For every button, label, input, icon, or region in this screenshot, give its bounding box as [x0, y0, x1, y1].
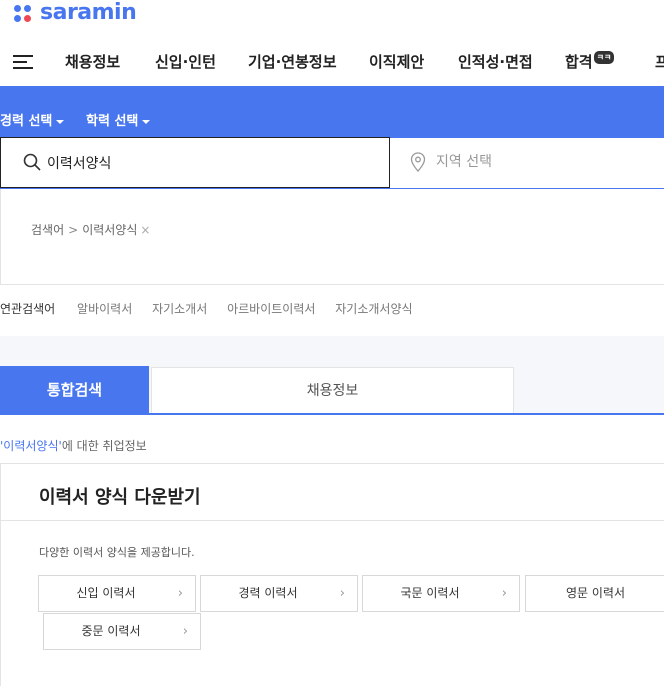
- logo-bar: saramin: [0, 0, 664, 36]
- education-filter-label: 학력 선택: [86, 114, 139, 129]
- search-info-suffix: 에 대한 취업정보: [61, 439, 147, 453]
- chevron-right-icon: ›: [177, 586, 183, 601]
- search-info-line: '이력서양식'에 대한 취업정보: [0, 437, 147, 454]
- button-label: 신입 이력서: [76, 586, 136, 600]
- tab-recruit-info[interactable]: 채용정보: [151, 367, 514, 414]
- card-divider: [1, 520, 664, 521]
- nav-job-offer[interactable]: 이직제안: [369, 51, 424, 72]
- related-keyword[interactable]: 자기소개서양식: [335, 302, 412, 316]
- region-selector[interactable]: 지역 선택: [390, 138, 664, 188]
- search-box: [0, 137, 390, 188]
- resume-download-card: 이력서 양식 다운받기 다양한 이력서 양식을 제공합니다. 신입 이력서 › 경…: [0, 463, 664, 686]
- nav-aptitude-interview[interactable]: 인적성·면접: [458, 51, 533, 72]
- chevron-right-icon: ›: [339, 586, 345, 601]
- card-title: 이력서 양식 다운받기: [39, 487, 201, 508]
- nav-recruit-info[interactable]: 채용정보: [65, 51, 120, 72]
- laugh-badge: ㅋㅋ: [593, 51, 615, 64]
- related-keyword[interactable]: 알바이력서: [77, 302, 132, 316]
- button-label: 국문 이력서: [400, 586, 460, 600]
- resume-chinese-button[interactable]: 중문 이력서 ›: [43, 613, 201, 650]
- career-filter[interactable]: 경력 선택: [0, 110, 65, 129]
- saramin-logo[interactable]: saramin: [40, 0, 137, 25]
- remove-keyword-icon[interactable]: ×: [140, 223, 150, 237]
- caret-down-icon: [56, 119, 65, 124]
- resume-entry-button[interactable]: 신입 이력서 ›: [38, 575, 196, 612]
- keyword-term: 이력서양식: [82, 223, 138, 237]
- breadcrumb-separator: >: [68, 223, 79, 237]
- resume-career-button[interactable]: 경력 이력서 ›: [200, 575, 358, 612]
- saramin-logo-icon[interactable]: [14, 5, 34, 25]
- card-description: 다양한 이력서 양식을 제공합니다.: [39, 546, 195, 559]
- related-keywords: 연관검색어 알바이력서 자기소개서 아르바이트이력서 자기소개서양식: [0, 300, 429, 317]
- global-nav: 채용정보 신입·인턴 기업·연봉정보 이직제안 인적성·면접 합격 ㅋㅋ 프: [0, 36, 664, 86]
- search-input[interactable]: [47, 149, 377, 177]
- region-placeholder: 지역 선택: [436, 154, 492, 170]
- chevron-right-icon: ›: [501, 586, 507, 601]
- nav-more[interactable]: 프: [655, 51, 664, 72]
- button-label: 중문 이력서: [81, 624, 141, 638]
- career-filter-label: 경력 선택: [0, 114, 53, 129]
- resume-korean-button[interactable]: 국문 이력서 ›: [362, 575, 520, 612]
- nav-entry-intern[interactable]: 신입·인턴: [155, 51, 216, 72]
- keyword-area: 검색어 > 이력서양식 ×: [0, 189, 664, 285]
- nav-pass[interactable]: 합격 ㅋㅋ: [565, 51, 615, 72]
- caret-down-icon: [142, 119, 151, 124]
- related-keyword[interactable]: 아르바이트이력서: [227, 302, 315, 316]
- related-keywords-head: 연관검색어: [0, 302, 56, 316]
- keyword-label: 검색어: [31, 223, 65, 237]
- keyword-breadcrumb: 검색어 > 이력서양식 ×: [31, 221, 150, 238]
- search-info-query: '이력서양식': [0, 439, 62, 453]
- hamburger-menu-icon[interactable]: [13, 55, 33, 69]
- related-keyword[interactable]: 자기소개서: [152, 302, 207, 316]
- button-label: 영문 이력서: [565, 586, 625, 600]
- education-filter[interactable]: 학력 선택: [86, 110, 151, 129]
- nav-pass-label: 합격: [565, 53, 593, 71]
- button-label: 경력 이력서: [238, 586, 298, 600]
- resume-english-button[interactable]: 영문 이력서: [525, 575, 664, 612]
- search-icon[interactable]: [23, 153, 41, 171]
- tab-integrated-search[interactable]: 통합검색: [0, 366, 149, 414]
- nav-company-salary[interactable]: 기업·연봉정보: [248, 51, 337, 72]
- chevron-right-icon: ›: [182, 624, 188, 639]
- location-pin-icon: [410, 152, 426, 172]
- tab-underline: [0, 413, 664, 415]
